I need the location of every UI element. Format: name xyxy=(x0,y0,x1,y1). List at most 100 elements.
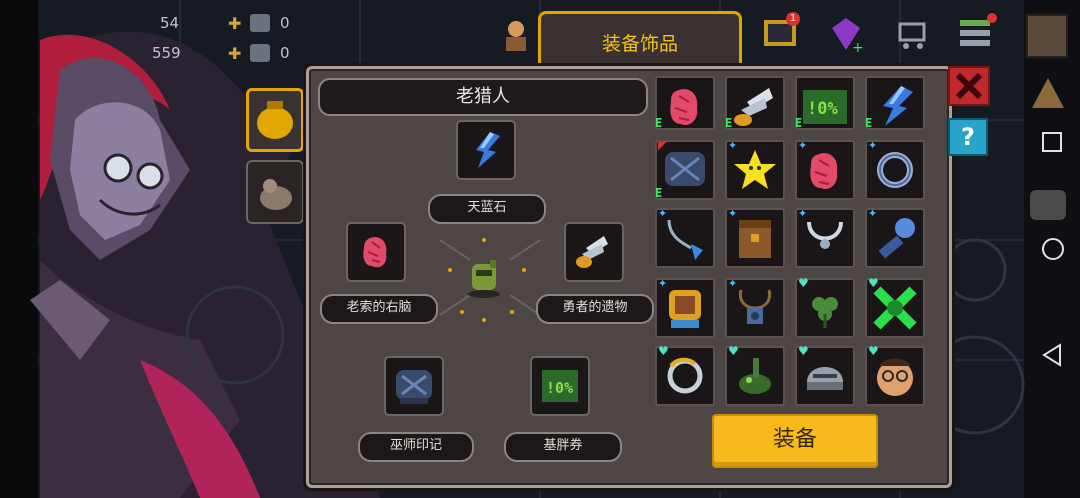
wing-relic-icon xyxy=(576,236,608,268)
heart-icon: ♥ xyxy=(728,344,739,358)
equipped-badge: E xyxy=(725,116,733,130)
coin-count: 54 xyxy=(160,14,180,32)
plus-icon: ✚ xyxy=(228,14,242,33)
slot-top-label: 天蓝石 xyxy=(428,194,546,224)
close-icon xyxy=(955,72,983,100)
armor-icon xyxy=(669,290,701,328)
hunter-character-icon xyxy=(462,254,506,300)
rarity-star-icon: ✦ xyxy=(868,139,878,152)
accessory-tab[interactable] xyxy=(246,88,304,152)
settings-icon[interactable] xyxy=(1026,14,1068,58)
question-icon: ? xyxy=(961,123,975,151)
back-icon[interactable] xyxy=(1040,342,1064,368)
rarity-star-icon: ✦ xyxy=(728,277,738,290)
brain-icon xyxy=(810,153,838,190)
shop-cart-icon[interactable] xyxy=(892,14,932,54)
mail-badge: 1 xyxy=(786,12,800,26)
equipped-badge: E xyxy=(795,116,803,130)
inventory-slot[interactable]: ♥ xyxy=(795,276,855,338)
wizard-mark-icon xyxy=(396,370,432,404)
inventory-slot[interactable]: ✦ xyxy=(725,277,785,338)
equipped-badge: E xyxy=(865,116,873,130)
slot-bottom-right[interactable]: !0% xyxy=(530,356,590,416)
inventory-slot[interactable]: ✦ xyxy=(725,139,785,200)
coupon-icon: !0% xyxy=(542,370,578,402)
character-name: 老猎人 xyxy=(318,78,648,116)
slot-right-label: 勇者的遗物 xyxy=(536,294,654,324)
recent-apps-icon[interactable] xyxy=(1040,130,1064,154)
heart-icon: ♥ xyxy=(798,344,809,358)
blue-crystal-icon xyxy=(476,132,500,168)
inventory-slot[interactable]: ♥ xyxy=(655,344,715,406)
new-mark-icon: ◤ xyxy=(658,139,667,152)
mailbox-icon[interactable]: 1 xyxy=(760,12,802,52)
close-button[interactable] xyxy=(948,66,990,106)
svg-text:!0%: !0% xyxy=(546,379,573,397)
inventory-slot[interactable]: !0% E xyxy=(795,76,855,130)
inventory-slot[interactable]: ✦ xyxy=(865,139,925,200)
inventory-slot[interactable]: ♥ xyxy=(865,344,925,406)
tent-icon[interactable] xyxy=(1030,76,1066,110)
slot-top[interactable] xyxy=(456,120,516,180)
inventory-slot[interactable]: ✦ xyxy=(795,207,855,268)
inventory-slot[interactable]: ✦ xyxy=(795,139,855,200)
slot-right[interactable] xyxy=(564,222,624,282)
slot-left[interactable] xyxy=(346,222,406,282)
menu-list-icon[interactable] xyxy=(956,12,998,54)
svg-text:!0%: !0% xyxy=(807,99,838,119)
heart-icon: ♥ xyxy=(798,276,809,290)
home-icon[interactable] xyxy=(1040,236,1066,262)
rarity-star-icon: ✦ xyxy=(728,207,738,220)
equipped-badge: E xyxy=(655,116,663,130)
green-x-icon xyxy=(873,286,917,330)
rarity-star-icon: ✦ xyxy=(798,207,808,220)
plus-icon: ✚ xyxy=(228,44,242,63)
inventory-slot[interactable]: E xyxy=(725,76,785,130)
inventory-slot[interactable]: ♥ xyxy=(725,344,785,406)
material-icon xyxy=(250,14,270,32)
svg-text:+: + xyxy=(852,40,864,54)
inventory-slot[interactable]: ✦ xyxy=(865,207,925,268)
rarity-star-icon: ✦ xyxy=(658,277,668,290)
rarity-star-icon: ✦ xyxy=(658,207,668,220)
blue-crystal-icon xyxy=(883,86,913,126)
gem-shop-icon[interactable]: + xyxy=(826,14,866,56)
material-b-count: 0 xyxy=(280,44,290,62)
brain-icon xyxy=(363,237,387,268)
help-button[interactable]: ? xyxy=(948,118,988,156)
inventory-slot[interactable]: ✦ xyxy=(655,207,715,268)
equipped-badge: E xyxy=(655,186,663,200)
inventory-slot[interactable]: E ◤ xyxy=(655,139,715,200)
inventory-slot[interactable]: E xyxy=(655,76,715,130)
inventory-slot[interactable]: ✦ xyxy=(725,207,785,268)
rarity-star-icon: ✦ xyxy=(728,139,738,152)
clover-icon xyxy=(812,297,838,328)
frog-icon xyxy=(739,358,771,394)
ring-icon xyxy=(877,152,913,188)
slot-bottom-left[interactable] xyxy=(384,356,444,416)
companion-icon[interactable] xyxy=(496,14,536,54)
wizard-mark-icon xyxy=(665,152,705,186)
slot-bottom-right-label: 基胖券 xyxy=(504,432,622,462)
equip-button[interactable]: 装备 xyxy=(712,414,878,468)
inventory-slot[interactable]: ♥ xyxy=(795,344,855,406)
inventory-slot[interactable]: ♥ xyxy=(865,276,925,338)
chat-icon[interactable] xyxy=(1030,190,1066,220)
moon-ring-icon xyxy=(667,357,703,394)
chest-icon xyxy=(739,220,771,258)
heart-icon: ♥ xyxy=(868,276,879,290)
rarity-star-icon: ✦ xyxy=(868,207,878,220)
brain-icon xyxy=(670,89,698,126)
helmet-icon xyxy=(807,367,843,390)
pendant-icon xyxy=(667,219,703,260)
heart-icon: ♥ xyxy=(868,344,879,358)
wing-relic-icon xyxy=(734,88,773,126)
pet-tab[interactable] xyxy=(246,160,304,224)
material-icon xyxy=(250,44,270,62)
amulet-icon xyxy=(738,289,772,324)
star-icon xyxy=(734,150,776,189)
material-a-count: 0 xyxy=(280,14,290,32)
inventory-slot[interactable]: E xyxy=(865,76,925,130)
heart-icon: ♥ xyxy=(658,344,669,358)
inventory-slot[interactable]: ✦ xyxy=(655,277,715,338)
